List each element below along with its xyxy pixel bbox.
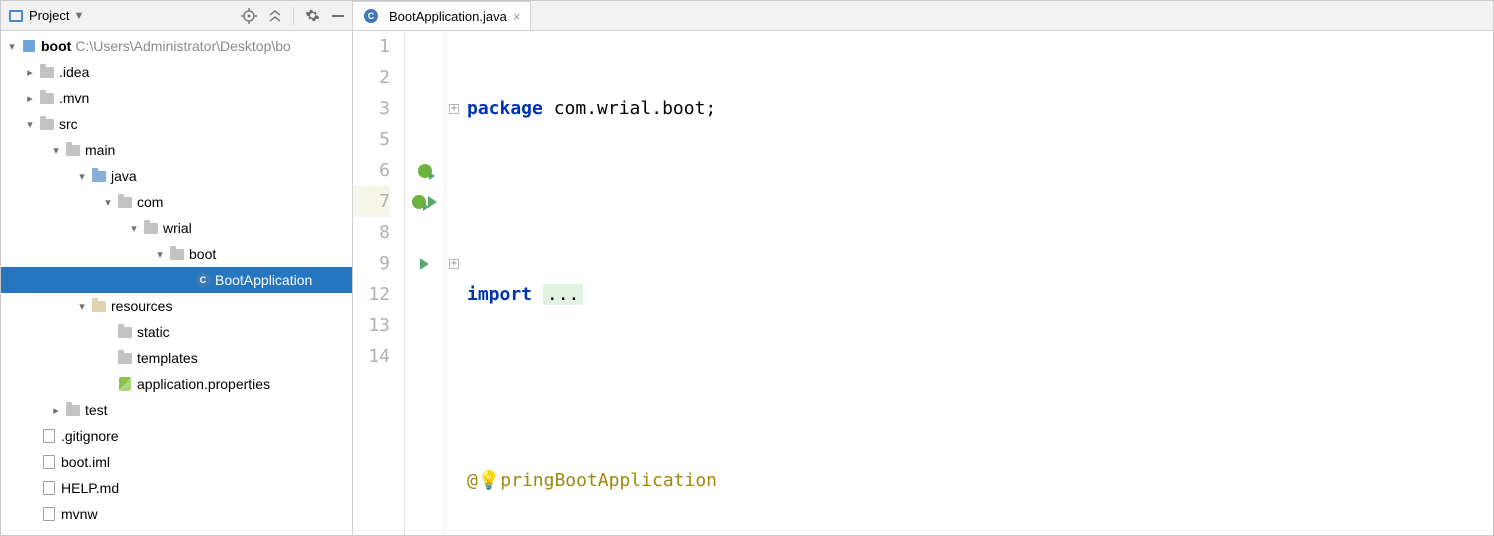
tree-label: boot: [189, 246, 216, 262]
tree-label: HELP.md: [61, 480, 119, 496]
code-token: pringBootApplication: [500, 470, 717, 491]
project-tool-window: Project ▼ ▾ boot: [1, 1, 353, 535]
tree-path: C:\Users\Administrator\Desktop\bo: [75, 38, 291, 54]
project-title[interactable]: Project: [29, 8, 69, 23]
tree-node-bootpkg[interactable]: ▾boot: [1, 241, 352, 267]
spring-run-icon[interactable]: [412, 195, 426, 209]
tree-node-appprops[interactable]: application.properties: [1, 371, 352, 397]
tree-label: templates: [137, 350, 198, 366]
gear-icon[interactable]: [304, 8, 320, 24]
tree-label: java: [111, 168, 137, 184]
tree-node-idea[interactable]: ▸.idea: [1, 59, 352, 85]
tree-node-src[interactable]: ▾src: [1, 111, 352, 137]
tree-label: .mvn: [59, 90, 89, 106]
tree-root[interactable]: ▾ boot C:\Users\Administrator\Desktop\bo: [1, 33, 352, 59]
locate-icon[interactable]: [241, 8, 257, 24]
tree-node-bootiml[interactable]: boot.iml: [1, 449, 352, 475]
tree-label: main: [85, 142, 115, 158]
tree-node-mvn[interactable]: ▸.mvn: [1, 85, 352, 111]
code-token: @: [467, 470, 478, 491]
line-number: 14: [353, 341, 390, 372]
tree-label: boot: [41, 38, 71, 54]
line-number: 1: [353, 31, 390, 62]
tree-label: boot.iml: [61, 454, 110, 470]
separator: [293, 7, 294, 25]
tree-label: src: [59, 116, 78, 132]
tree-node-wrial[interactable]: ▾wrial: [1, 215, 352, 241]
spring-run-icon[interactable]: [418, 164, 432, 178]
tree-label: wrial: [163, 220, 192, 236]
collapse-all-icon[interactable]: [267, 8, 283, 24]
intention-bulb-icon[interactable]: 💡: [478, 470, 500, 491]
gutter-fold: + +: [445, 31, 463, 535]
code-editor[interactable]: 1 2 3 5 6 7 8 9 12 13 14: [353, 31, 1493, 535]
gutter-run-markers: [405, 31, 445, 535]
line-number: 7: [353, 186, 390, 217]
code-content[interactable]: package com.wrial.boot; import ... @💡pri…: [463, 31, 1493, 535]
editor-area: BootApplication.java × 1 2 3 5 6 7 8 9 1…: [353, 1, 1493, 535]
class-icon: [196, 273, 210, 287]
tree-node-main[interactable]: ▾main: [1, 137, 352, 163]
tree-node-mvnw[interactable]: mvnw: [1, 501, 352, 527]
tree-label: .idea: [59, 64, 89, 80]
close-icon[interactable]: ×: [513, 9, 521, 24]
project-view-icon: [9, 10, 23, 22]
code-token: package: [467, 98, 543, 119]
tree-node-helpmd[interactable]: HELP.md: [1, 475, 352, 501]
line-number: 5: [353, 124, 390, 155]
line-number: 6: [353, 155, 390, 186]
gutter-line-numbers: 1 2 3 5 6 7 8 9 12 13 14: [353, 31, 405, 535]
line-number: 9: [353, 248, 390, 279]
line-number: 13: [353, 310, 390, 341]
line-number: 2: [353, 62, 390, 93]
editor-tabs: BootApplication.java ×: [353, 1, 1493, 31]
code-token: com.wrial.boot;: [543, 98, 716, 119]
tree-node-bootapplication[interactable]: BootApplication: [1, 267, 352, 293]
class-icon: [364, 9, 378, 23]
tree-label: com: [137, 194, 163, 210]
code-token: import: [467, 284, 532, 305]
editor-tab[interactable]: BootApplication.java ×: [353, 1, 531, 30]
tree-node-com[interactable]: ▾com: [1, 189, 352, 215]
project-view-dropdown-icon[interactable]: ▼: [73, 10, 84, 22]
fold-expand-icon[interactable]: +: [449, 104, 459, 114]
tree-node-test[interactable]: ▸test: [1, 397, 352, 423]
tree-node-static[interactable]: static: [1, 319, 352, 345]
line-number: 12: [353, 279, 390, 310]
line-number: 3: [353, 93, 390, 124]
ide-window: Project ▼ ▾ boot: [0, 0, 1494, 536]
tree-label: resources: [111, 298, 172, 314]
tree-label: test: [85, 402, 108, 418]
tree-node-resources[interactable]: ▾resources: [1, 293, 352, 319]
tree-label: mvnw: [61, 506, 98, 522]
run-icon[interactable]: [420, 258, 429, 270]
tree-node-gitignore[interactable]: .gitignore: [1, 423, 352, 449]
run-icon[interactable]: [428, 196, 437, 208]
tree-label: static: [137, 324, 170, 340]
fold-expand-icon[interactable]: +: [449, 259, 459, 269]
tab-title: BootApplication.java: [389, 9, 507, 24]
tree-label: .gitignore: [61, 428, 119, 444]
line-number: 8: [353, 217, 390, 248]
folded-region[interactable]: ...: [543, 284, 584, 305]
project-header-actions: [241, 7, 346, 25]
project-tree[interactable]: ▾ boot C:\Users\Administrator\Desktop\bo…: [1, 31, 352, 535]
hide-icon[interactable]: [330, 8, 346, 24]
project-header: Project ▼: [1, 1, 352, 31]
tree-node-templates[interactable]: templates: [1, 345, 352, 371]
tree-node-java[interactable]: ▾java: [1, 163, 352, 189]
tree-label: BootApplication: [215, 272, 312, 288]
tree-label: application.properties: [137, 376, 270, 392]
